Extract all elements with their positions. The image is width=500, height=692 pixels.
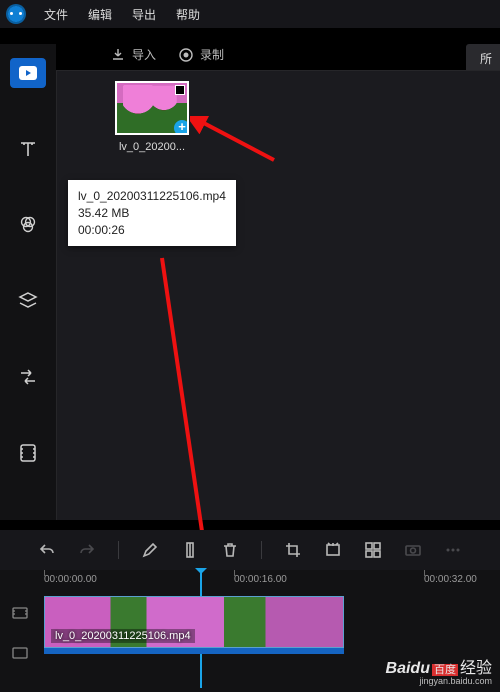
left-toolbar <box>0 44 56 520</box>
panel-top-controls: 导入 录制 <box>110 46 224 63</box>
record-label: 录制 <box>200 46 224 63</box>
clip-name: lv_0_20200... <box>115 141 189 153</box>
time-ruler[interactable]: 00:00:00.00 00:00:16.00 00:00:32.00 <box>44 570 500 592</box>
tooltip-filename: lv_0_20200311225106.mp4 <box>78 188 226 205</box>
tooltip-size: 35.42 MB <box>78 205 226 222</box>
time-mark: 00:00:00.00 <box>44 574 97 585</box>
watermark-du: 百度 <box>432 664 458 676</box>
select-box-icon <box>175 85 185 95</box>
watermark-brand: Baidu <box>386 660 430 677</box>
media-clip[interactable]: + lv_0_20200... <box>115 81 189 153</box>
video-track-icon[interactable] <box>10 602 30 624</box>
menu-help[interactable]: 帮助 <box>166 2 210 27</box>
separator <box>118 541 119 559</box>
record-button[interactable]: 录制 <box>178 46 224 63</box>
redo-icon <box>78 541 96 559</box>
more-icon <box>444 541 462 559</box>
text-tab[interactable] <box>10 134 46 164</box>
timeline-clip[interactable]: lv_0_20200311225106.mp4 <box>44 596 344 648</box>
text-icon <box>17 138 39 160</box>
camera-icon <box>404 541 422 559</box>
audio-track-icon[interactable] <box>10 642 30 664</box>
time-mark: 00:00:16.00 <box>234 574 287 585</box>
app-logo-icon <box>6 4 26 24</box>
grid-icon[interactable] <box>364 541 382 559</box>
import-icon <box>110 47 126 63</box>
timeline-clip-label: lv_0_20200311225106.mp4 <box>51 629 195 643</box>
venn-icon <box>17 214 39 236</box>
clip-tooltip: lv_0_20200311225106.mp4 35.42 MB 00:00:2… <box>68 180 236 246</box>
media-tab[interactable] <box>10 58 46 88</box>
watermark-suffix: 经验 <box>460 660 492 677</box>
right-tab-partial[interactable]: 所 <box>466 44 500 73</box>
undo-icon[interactable] <box>38 541 56 559</box>
delete-icon[interactable] <box>221 541 239 559</box>
time-mark: 00:00:32.00 <box>424 574 477 585</box>
timeline-toolbar <box>0 530 500 570</box>
record-icon <box>178 47 194 63</box>
freeze-icon[interactable] <box>324 541 342 559</box>
media-icon <box>18 65 38 81</box>
import-label: 导入 <box>132 46 156 63</box>
element-tab[interactable] <box>10 438 46 468</box>
menubar: 文件 编辑 导出 帮助 <box>0 0 500 28</box>
add-to-timeline-icon[interactable]: + <box>174 120 189 135</box>
import-button[interactable]: 导入 <box>110 46 156 63</box>
menu-edit[interactable]: 编辑 <box>78 2 122 27</box>
crop-icon[interactable] <box>284 541 302 559</box>
timeline-audio-clip[interactable] <box>44 648 344 654</box>
film-icon <box>18 442 38 464</box>
pen-icon[interactable] <box>141 541 159 559</box>
annotation-arrow-1 <box>190 116 280 168</box>
clip-thumbnail[interactable]: + <box>115 81 189 135</box>
menu-file[interactable]: 文件 <box>34 2 78 27</box>
separator <box>261 541 262 559</box>
tooltip-duration: 00:00:26 <box>78 222 226 239</box>
watermark-url: jingyan.baidu.com <box>419 677 492 686</box>
filter-tab[interactable] <box>10 210 46 240</box>
transition-tab[interactable] <box>10 362 46 392</box>
layers-icon <box>17 290 39 312</box>
arrows-icon <box>17 366 39 388</box>
menu-export[interactable]: 导出 <box>122 2 166 27</box>
split-icon[interactable] <box>181 541 199 559</box>
layers-tab[interactable] <box>10 286 46 316</box>
watermark: Baidu百度经验 jingyan.baidu.com <box>386 661 492 686</box>
